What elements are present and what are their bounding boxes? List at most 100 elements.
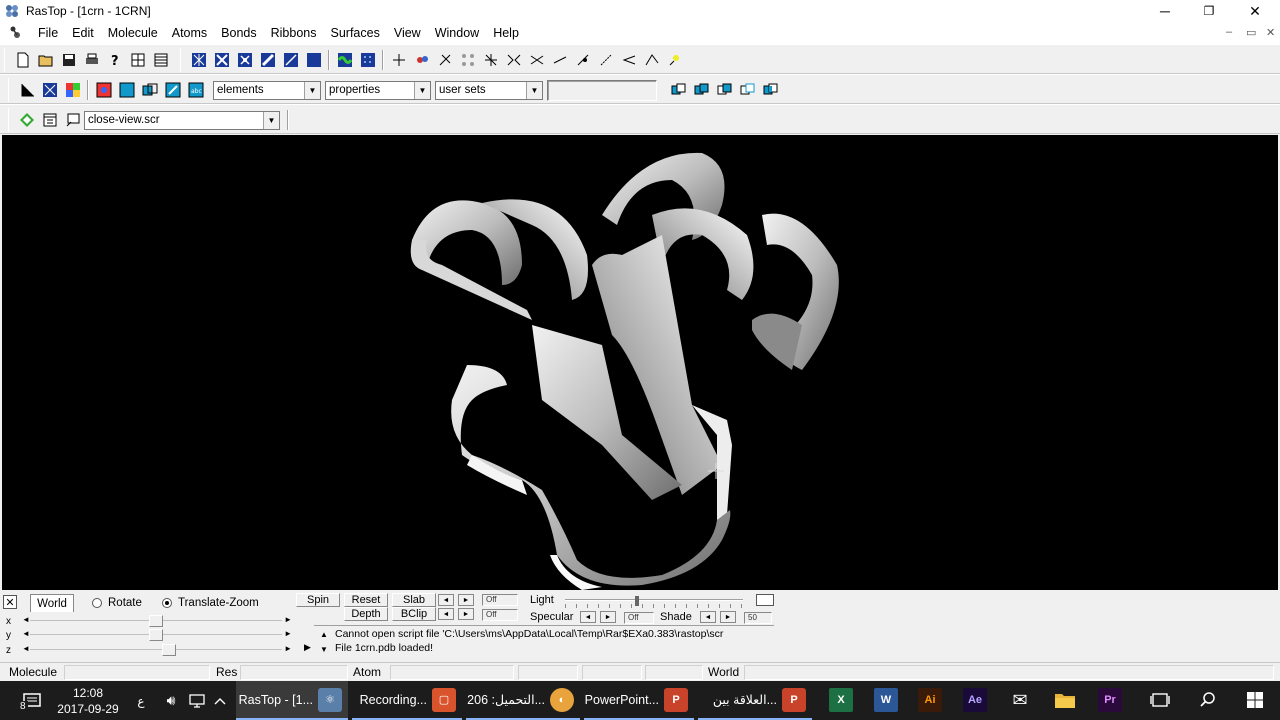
menu-help[interactable]: Help [486, 22, 526, 44]
print-button[interactable] [80, 49, 103, 71]
color-cpk-button[interactable] [92, 79, 115, 101]
menu-ribbons[interactable]: Ribbons [264, 22, 324, 44]
bond-dashed-button[interactable] [594, 49, 617, 71]
measure-distance-button[interactable] [387, 49, 410, 71]
table-button[interactable] [149, 49, 172, 71]
task-view-icon[interactable] [1148, 688, 1172, 712]
left-arrow-icon[interactable]: ◄ [22, 629, 30, 638]
taskbar-app-powerpoint-2[interactable]: العلاقة بين... P [698, 681, 812, 720]
menu-view[interactable]: View [387, 22, 428, 44]
specular-increase-button[interactable]: ► [600, 611, 616, 623]
script-select[interactable]: close-view.scr ▼ [84, 110, 280, 130]
atoms-color-button[interactable] [410, 49, 433, 71]
volume-icon[interactable]: 🔊︎ [160, 681, 182, 720]
highlight-button[interactable] [663, 49, 686, 71]
background-color-button[interactable] [115, 79, 138, 101]
left-arrow-icon[interactable]: ◄ [22, 644, 30, 653]
x-axis-slider[interactable]: ◄ ► [18, 615, 294, 627]
reset-button[interactable]: Reset [344, 593, 388, 607]
bond-cross-button[interactable] [525, 49, 548, 71]
bond-angle-button[interactable] [640, 49, 663, 71]
depth-button[interactable]: Depth [344, 607, 388, 621]
trace-button[interactable] [279, 49, 302, 71]
y-axis-slider[interactable]: ◄ ► [18, 629, 294, 641]
translate-zoom-radio[interactable]: Translate-Zoom [162, 594, 259, 612]
script-command-button[interactable] [61, 109, 84, 131]
slab-increase-button[interactable]: ► [458, 594, 474, 606]
user-sets-select[interactable]: user sets ▼ [435, 80, 543, 100]
set-invert-button[interactable] [759, 79, 782, 101]
spin-button[interactable]: Spin [296, 593, 340, 607]
bond-split-button[interactable] [502, 49, 525, 71]
mail-icon[interactable]: ✉ [1008, 688, 1032, 712]
mdi-minimize-button[interactable]: – [1226, 26, 1232, 38]
excel-icon[interactable]: X [829, 688, 853, 712]
bond-pointer-button[interactable] [571, 49, 594, 71]
menu-bonds[interactable]: Bonds [214, 22, 263, 44]
hbonds-button[interactable] [456, 49, 479, 71]
right-arrow-icon[interactable]: ► [284, 644, 292, 653]
premiere-icon[interactable]: Pr [1098, 688, 1122, 712]
bond-rotate-button[interactable] [479, 49, 502, 71]
light-thumb[interactable] [635, 596, 639, 606]
taskbar-app-powerpoint[interactable]: PowerPoint... P [584, 681, 694, 720]
tab-world[interactable]: World [30, 594, 74, 612]
scroll-down-icon[interactable]: ▼ [320, 645, 328, 654]
x-axis-thumb[interactable] [149, 615, 163, 627]
run-script-button[interactable] [15, 109, 38, 131]
mdi-close-button[interactable]: ✕ [1266, 26, 1275, 39]
copy-color-button[interactable] [138, 79, 161, 101]
palette-button[interactable] [61, 79, 84, 101]
shade-increase-button[interactable]: ► [720, 611, 736, 623]
specular-decrease-button[interactable]: ◄ [580, 611, 596, 623]
bclip-button[interactable]: BClip [392, 607, 436, 621]
menu-file[interactable]: File [31, 22, 65, 44]
spacefill-button[interactable] [302, 49, 325, 71]
right-arrow-icon[interactable]: ► [284, 615, 292, 624]
scroll-up-icon[interactable]: ▲ [320, 630, 328, 639]
select-button[interactable] [38, 79, 61, 101]
taskbar-app-rastop[interactable]: RasTop - [1... ⚛ [236, 681, 348, 720]
set-subtract-button[interactable] [736, 79, 759, 101]
dots-surface-button[interactable] [356, 49, 379, 71]
bond-line-button[interactable] [548, 49, 571, 71]
link-button[interactable] [433, 49, 456, 71]
bclip-increase-button[interactable]: ► [458, 608, 474, 620]
selection-expression-input[interactable] [547, 79, 657, 101]
open-button[interactable] [34, 49, 57, 71]
start-icon[interactable] [1243, 688, 1267, 712]
backbone-button[interactable] [256, 49, 279, 71]
search-icon[interactable] [1196, 688, 1220, 712]
menu-surfaces[interactable]: Surfaces [324, 22, 387, 44]
zoom-color-button[interactable] [161, 79, 184, 101]
taskbar-app-download[interactable]: التحميل: 206... ◐ [466, 681, 580, 720]
restore-button[interactable]: ❐ [1186, 0, 1232, 22]
document-icon[interactable] [7, 25, 23, 41]
bond-arrow-button[interactable] [617, 49, 640, 71]
minimize-button[interactable]: ─ [1142, 0, 1188, 22]
close-button[interactable]: ✕ [1232, 0, 1278, 22]
illustrator-icon[interactable]: Ai [918, 688, 942, 712]
ball-stick-button[interactable] [233, 49, 256, 71]
molecule-viewport[interactable] [2, 135, 1278, 590]
mdi-restore-button[interactable]: ▭ [1246, 26, 1256, 39]
right-arrow-icon[interactable]: ► [284, 629, 292, 638]
slab-decrease-button[interactable]: ◄ [438, 594, 454, 606]
z-axis-slider[interactable]: ◄ ► [18, 644, 294, 656]
menu-molecule[interactable]: Molecule [101, 22, 165, 44]
file-explorer-icon[interactable] [1053, 688, 1077, 712]
panel-close-button[interactable]: ✕ [3, 595, 17, 609]
properties-select[interactable]: properties ▼ [325, 80, 431, 100]
word-icon[interactable]: W [874, 688, 898, 712]
light-slider[interactable] [565, 596, 743, 608]
network-icon[interactable] [186, 681, 208, 720]
sticks-button[interactable] [210, 49, 233, 71]
menu-edit[interactable]: Edit [65, 22, 101, 44]
set-intersect-button[interactable] [713, 79, 736, 101]
elements-select[interactable]: elements ▼ [213, 80, 321, 100]
grid-button[interactable] [126, 49, 149, 71]
label-color-button[interactable]: abc [184, 79, 207, 101]
help-button[interactable]: ? [103, 49, 126, 71]
language-indicator[interactable]: ع [132, 681, 150, 720]
y-axis-thumb[interactable] [149, 629, 163, 641]
